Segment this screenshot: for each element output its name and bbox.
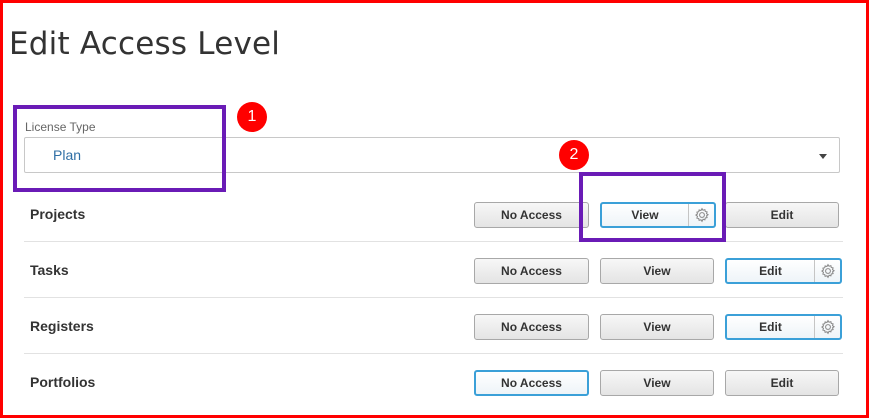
button-label: No Access xyxy=(501,320,562,334)
row-label: Registers xyxy=(30,318,94,334)
button-label: Edit xyxy=(770,376,794,390)
access-row-registers: Registers No Access View Edit xyxy=(24,298,843,354)
access-row-portfolios: Portfolios No Access View Edit xyxy=(24,354,843,410)
caret-down-icon xyxy=(819,154,827,159)
license-type-value: Plan xyxy=(53,147,82,163)
button-label: View xyxy=(643,376,671,390)
access-row-projects: Projects No Access View Edit xyxy=(24,186,843,242)
button-label: Edit xyxy=(759,264,782,278)
button-label: View xyxy=(631,208,659,222)
edit-button[interactable]: Edit xyxy=(725,258,842,284)
license-type-label: License Type xyxy=(25,120,96,134)
no-access-button[interactable]: No Access xyxy=(474,202,589,228)
gear-icon[interactable] xyxy=(814,316,840,338)
annotation-marker-1: 1 xyxy=(237,102,267,132)
row-label: Tasks xyxy=(30,262,69,278)
annotation-marker-2: 2 xyxy=(559,140,589,170)
button-label: Edit xyxy=(759,320,782,334)
row-label: Portfolios xyxy=(30,374,96,390)
edit-button[interactable]: Edit xyxy=(725,314,842,340)
row-label: Projects xyxy=(30,206,86,222)
view-button[interactable]: View xyxy=(600,258,714,284)
no-access-button[interactable]: No Access xyxy=(474,314,589,340)
no-access-button[interactable]: No Access xyxy=(474,258,589,284)
view-button[interactable]: View xyxy=(600,370,714,396)
license-type-select[interactable]: Plan xyxy=(24,137,840,173)
page-title: Edit Access Level xyxy=(9,26,281,62)
view-button[interactable]: View xyxy=(600,202,716,228)
button-label: No Access xyxy=(501,376,562,390)
button-label: No Access xyxy=(501,264,562,278)
edit-button[interactable]: Edit xyxy=(725,370,839,396)
access-rows: Projects No Access View Edit Tasks No Ac… xyxy=(24,186,843,410)
button-label: Edit xyxy=(770,208,794,222)
edit-button[interactable]: Edit xyxy=(725,202,839,228)
gear-icon[interactable] xyxy=(814,260,840,282)
button-label: View xyxy=(643,264,671,278)
button-label: View xyxy=(643,320,671,334)
gear-icon[interactable] xyxy=(688,204,714,226)
view-button[interactable]: View xyxy=(600,314,714,340)
button-label: No Access xyxy=(501,208,562,222)
access-row-tasks: Tasks No Access View Edit xyxy=(24,242,843,298)
no-access-button[interactable]: No Access xyxy=(474,370,589,396)
